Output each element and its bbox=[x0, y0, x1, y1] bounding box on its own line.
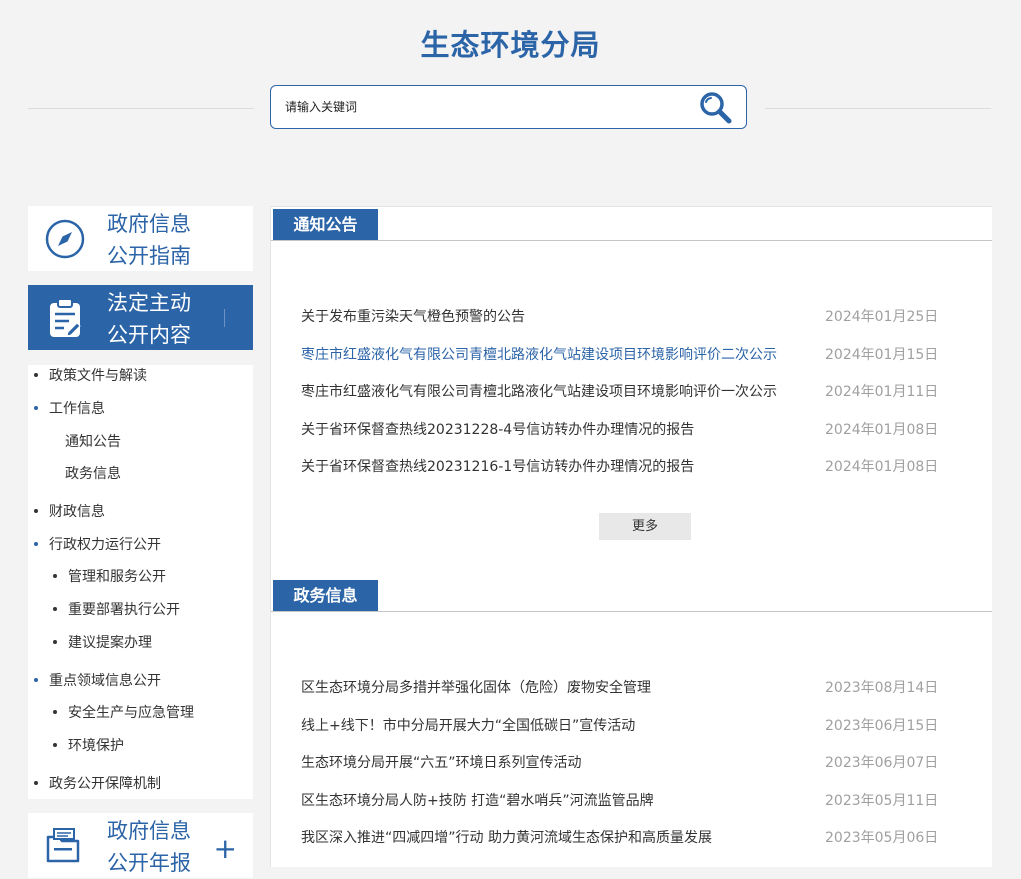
active-disclosure-card[interactable]: 法定主动 公开内容 bbox=[28, 285, 253, 350]
sidebar-item-environment[interactable]: 环境保护 bbox=[53, 735, 124, 755]
news-link[interactable]: 生态环境分局开展“六五”环境日系列宣传活动 bbox=[301, 752, 801, 772]
sidebar-item-management[interactable]: 管理和服务公开 bbox=[53, 566, 166, 586]
compass-icon bbox=[45, 219, 85, 259]
news-link[interactable]: 区生态环境分局人防+技防 打造“碧水哨兵”河流监管品牌 bbox=[301, 790, 801, 810]
news-date: 2023年08月14日 bbox=[825, 680, 939, 696]
list-item: 枣庄市红盛液化气有限公司青檀北路液化气站建设项目环境影响评价一次公示 2024年0… bbox=[301, 381, 961, 401]
expand-plus-icon[interactable]: + bbox=[214, 835, 237, 863]
guide-label: 政府信息 公开指南 bbox=[107, 212, 191, 268]
news-date: 2023年06月07日 bbox=[825, 755, 939, 771]
news-link[interactable]: 枣庄市红盛液化气有限公司青檀北路液化气站建设项目环境影响评价一次公示 bbox=[301, 381, 801, 401]
list-item: 生态环境分局开展“六五”环境日系列宣传活动 2023年06月07日 bbox=[301, 752, 961, 772]
list-item: 区生态环境分局多措并举强化固体（危险）废物安全管理 2023年08月14日 bbox=[301, 677, 961, 697]
sidebar-item-work-info[interactable]: 工作信息 bbox=[34, 398, 105, 418]
news-link[interactable]: 枣庄市红盛液化气有限公司青檀北路液化气站建设项目环境影响评价二次公示 bbox=[301, 344, 801, 364]
sidebar-item-finance[interactable]: 财政信息 bbox=[34, 501, 105, 521]
news-date: 2024年01月11日 bbox=[825, 384, 939, 400]
sidebar-item-admin-power[interactable]: 行政权力运行公开 bbox=[34, 534, 161, 554]
sidebar-item-deployment[interactable]: 重要部署执行公开 bbox=[53, 599, 180, 619]
affairs-section-title[interactable]: 政务信息 bbox=[273, 580, 378, 611]
active-disclosure-label: 法定主动 公开内容 bbox=[107, 291, 191, 347]
list-item: 我区深入推进“四减四增”行动 助力黄河流域生态保护和高质量发展 2023年05月0… bbox=[301, 827, 961, 847]
news-date: 2023年05月06日 bbox=[825, 830, 939, 846]
annual-report-card[interactable]: 政府信息 公开年报 + bbox=[28, 813, 253, 878]
news-date: 2024年01月25日 bbox=[825, 309, 939, 325]
news-date: 2023年06月15日 bbox=[825, 718, 939, 734]
divider bbox=[224, 309, 225, 327]
main-content: 通知公告 关于发布重污染天气橙色预警的公告 2024年01月25日 枣庄市红盛液化… bbox=[270, 206, 992, 867]
search-icon bbox=[700, 92, 732, 124]
news-date: 2024年01月08日 bbox=[825, 422, 939, 438]
sidebar-item-guarantee[interactable]: 政务公开保障机制 bbox=[34, 773, 161, 793]
sidebar-menu: 政策文件与解读 工作信息 通知公告 政务信息 财政信息 行政权力运行公开 管理和… bbox=[28, 365, 253, 799]
guide-card[interactable]: 政府信息 公开指南 bbox=[28, 206, 253, 271]
sidebar-item-affairs[interactable]: 政务信息 bbox=[65, 463, 121, 483]
search-button[interactable] bbox=[698, 90, 734, 126]
news-date: 2024年01月08日 bbox=[825, 459, 939, 475]
sidebar-item-notice[interactable]: 通知公告 bbox=[65, 431, 121, 451]
list-item: 关于发布重污染天气橙色预警的公告 2024年01月25日 bbox=[301, 306, 961, 326]
clipboard-icon bbox=[50, 298, 81, 337]
sidebar-item-key-areas[interactable]: 重点领域信息公开 bbox=[34, 670, 161, 690]
search-input[interactable] bbox=[285, 96, 685, 118]
news-link[interactable]: 关于发布重污染天气橙色预警的公告 bbox=[301, 306, 801, 326]
sidebar-item-proposals[interactable]: 建议提案办理 bbox=[53, 632, 152, 652]
news-link[interactable]: 线上+线下！市中分局开展大力“全国低碳日”宣传活动 bbox=[301, 715, 801, 735]
list-item: 区生态环境分局人防+技防 打造“碧水哨兵”河流监管品牌 2023年05月11日 bbox=[301, 790, 961, 810]
news-date: 2023年05月11日 bbox=[825, 793, 939, 809]
header-divider-left bbox=[28, 108, 254, 109]
news-date: 2024年01月15日 bbox=[825, 347, 939, 363]
list-item: 关于省环保督查热线20231228-4号信访转办件办理情况的报告 2024年01月… bbox=[301, 419, 961, 439]
sidebar-item-policy[interactable]: 政策文件与解读 bbox=[34, 365, 147, 385]
page-title: 生态环境分局 bbox=[420, 28, 601, 62]
notice-section-title[interactable]: 通知公告 bbox=[273, 209, 378, 240]
news-link[interactable]: 关于省环保督查热线20231216-1号信访转办件办理情况的报告 bbox=[301, 456, 801, 476]
news-link[interactable]: 关于省环保督查热线20231228-4号信访转办件办理情况的报告 bbox=[301, 419, 801, 439]
sidebar-item-safety[interactable]: 安全生产与应急管理 bbox=[53, 702, 194, 722]
list-item: 关于省环保督查热线20231216-1号信访转办件办理情况的报告 2024年01月… bbox=[301, 456, 961, 476]
sidebar: 政府信息 公开指南 法定主动 公开内容 政策文件与解读 工作信息 通知公告 政务… bbox=[28, 206, 253, 878]
news-link[interactable]: 区生态环境分局多措并举强化固体（危险）废物安全管理 bbox=[301, 677, 801, 697]
list-item: 线上+线下！市中分局开展大力“全国低碳日”宣传活动 2023年06月15日 bbox=[301, 715, 961, 735]
search-box bbox=[270, 85, 747, 129]
affairs-divider bbox=[271, 611, 992, 612]
header-divider-right bbox=[765, 108, 991, 109]
folder-icon bbox=[46, 828, 80, 863]
notice-divider bbox=[271, 240, 992, 241]
list-item: 枣庄市红盛液化气有限公司青檀北路液化气站建设项目环境影响评价二次公示 2024年0… bbox=[301, 344, 961, 364]
news-link[interactable]: 我区深入推进“四减四增”行动 助力黄河流域生态保护和高质量发展 bbox=[301, 827, 801, 847]
more-button[interactable]: 更多 bbox=[599, 513, 691, 540]
